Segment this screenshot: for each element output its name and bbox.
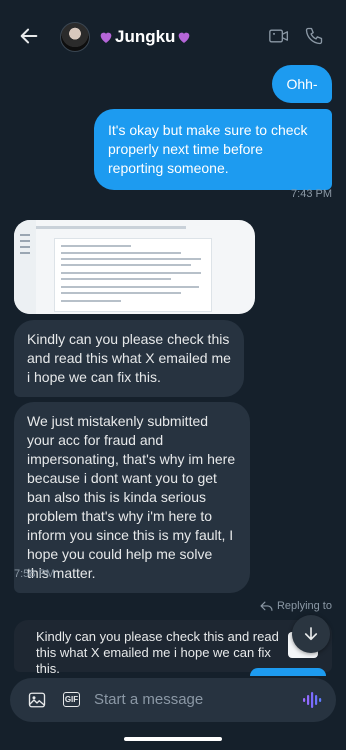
phone-call-icon[interactable] — [304, 26, 324, 46]
text-line — [61, 300, 121, 302]
text-line — [61, 272, 201, 274]
image-icon[interactable] — [28, 691, 46, 709]
reply-preview-text: Kindly can you please check this and rea… — [36, 629, 279, 676]
purple-heart-icon — [100, 32, 112, 43]
message-composer[interactable]: GIF Start a message — [10, 678, 336, 722]
sidebar-line — [20, 252, 30, 254]
sidebar-line — [20, 240, 30, 242]
text-line — [61, 245, 131, 247]
scroll-to-bottom-button[interactable] — [292, 615, 330, 653]
outgoing-message[interactable]: Ohh- — [272, 65, 332, 103]
text-line — [61, 264, 191, 266]
purple-heart-icon — [179, 32, 190, 43]
conversation-name: Jungku — [115, 27, 176, 46]
sidebar-line — [20, 234, 30, 236]
outgoing-message[interactable]: It's okay but make sure to check properl… — [94, 109, 332, 190]
video-call-icon[interactable] — [269, 28, 289, 44]
message-text: We just mistakenly submitted your acc fo… — [27, 413, 236, 581]
message-text: It's okay but make sure to check properl… — [108, 122, 308, 176]
voice-message-icon[interactable] — [302, 691, 322, 709]
text-line — [61, 286, 199, 288]
outgoing-message-peek — [250, 668, 326, 676]
conversation-title[interactable]: Jungku — [98, 27, 192, 47]
message-text: Kindly can you please check this and rea… — [27, 331, 231, 385]
reply-icon — [260, 601, 273, 611]
message-input[interactable]: Start a message — [94, 691, 203, 708]
timestamp: 7:58 PM — [14, 568, 55, 580]
incoming-message[interactable]: Kindly can you please check this and rea… — [14, 320, 244, 397]
gif-icon[interactable]: GIF — [63, 692, 80, 707]
chat-header: Jungku — [0, 0, 346, 72]
back-arrow-icon[interactable] — [18, 25, 40, 47]
text-line — [61, 252, 181, 254]
image-attachment[interactable] — [14, 220, 255, 314]
incoming-message[interactable]: We just mistakenly submitted your acc fo… — [14, 402, 250, 593]
text-line — [61, 292, 181, 294]
text-line — [61, 278, 171, 280]
arrow-down-icon — [304, 627, 318, 641]
sidebar-line — [20, 246, 30, 248]
email-screenshot — [54, 238, 212, 312]
reply-preview[interactable]: Kindly can you please check this and rea… — [14, 620, 332, 676]
timestamp: 7:43 PM — [291, 188, 332, 200]
replying-to-text: Replying to — [276, 600, 332, 612]
replying-to-label: Replying to — [260, 600, 332, 612]
avatar[interactable] — [60, 22, 90, 52]
text-line — [61, 258, 201, 260]
screenshot-topbar — [36, 226, 186, 229]
message-text: Ohh- — [286, 75, 318, 92]
home-indicator — [124, 737, 222, 741]
